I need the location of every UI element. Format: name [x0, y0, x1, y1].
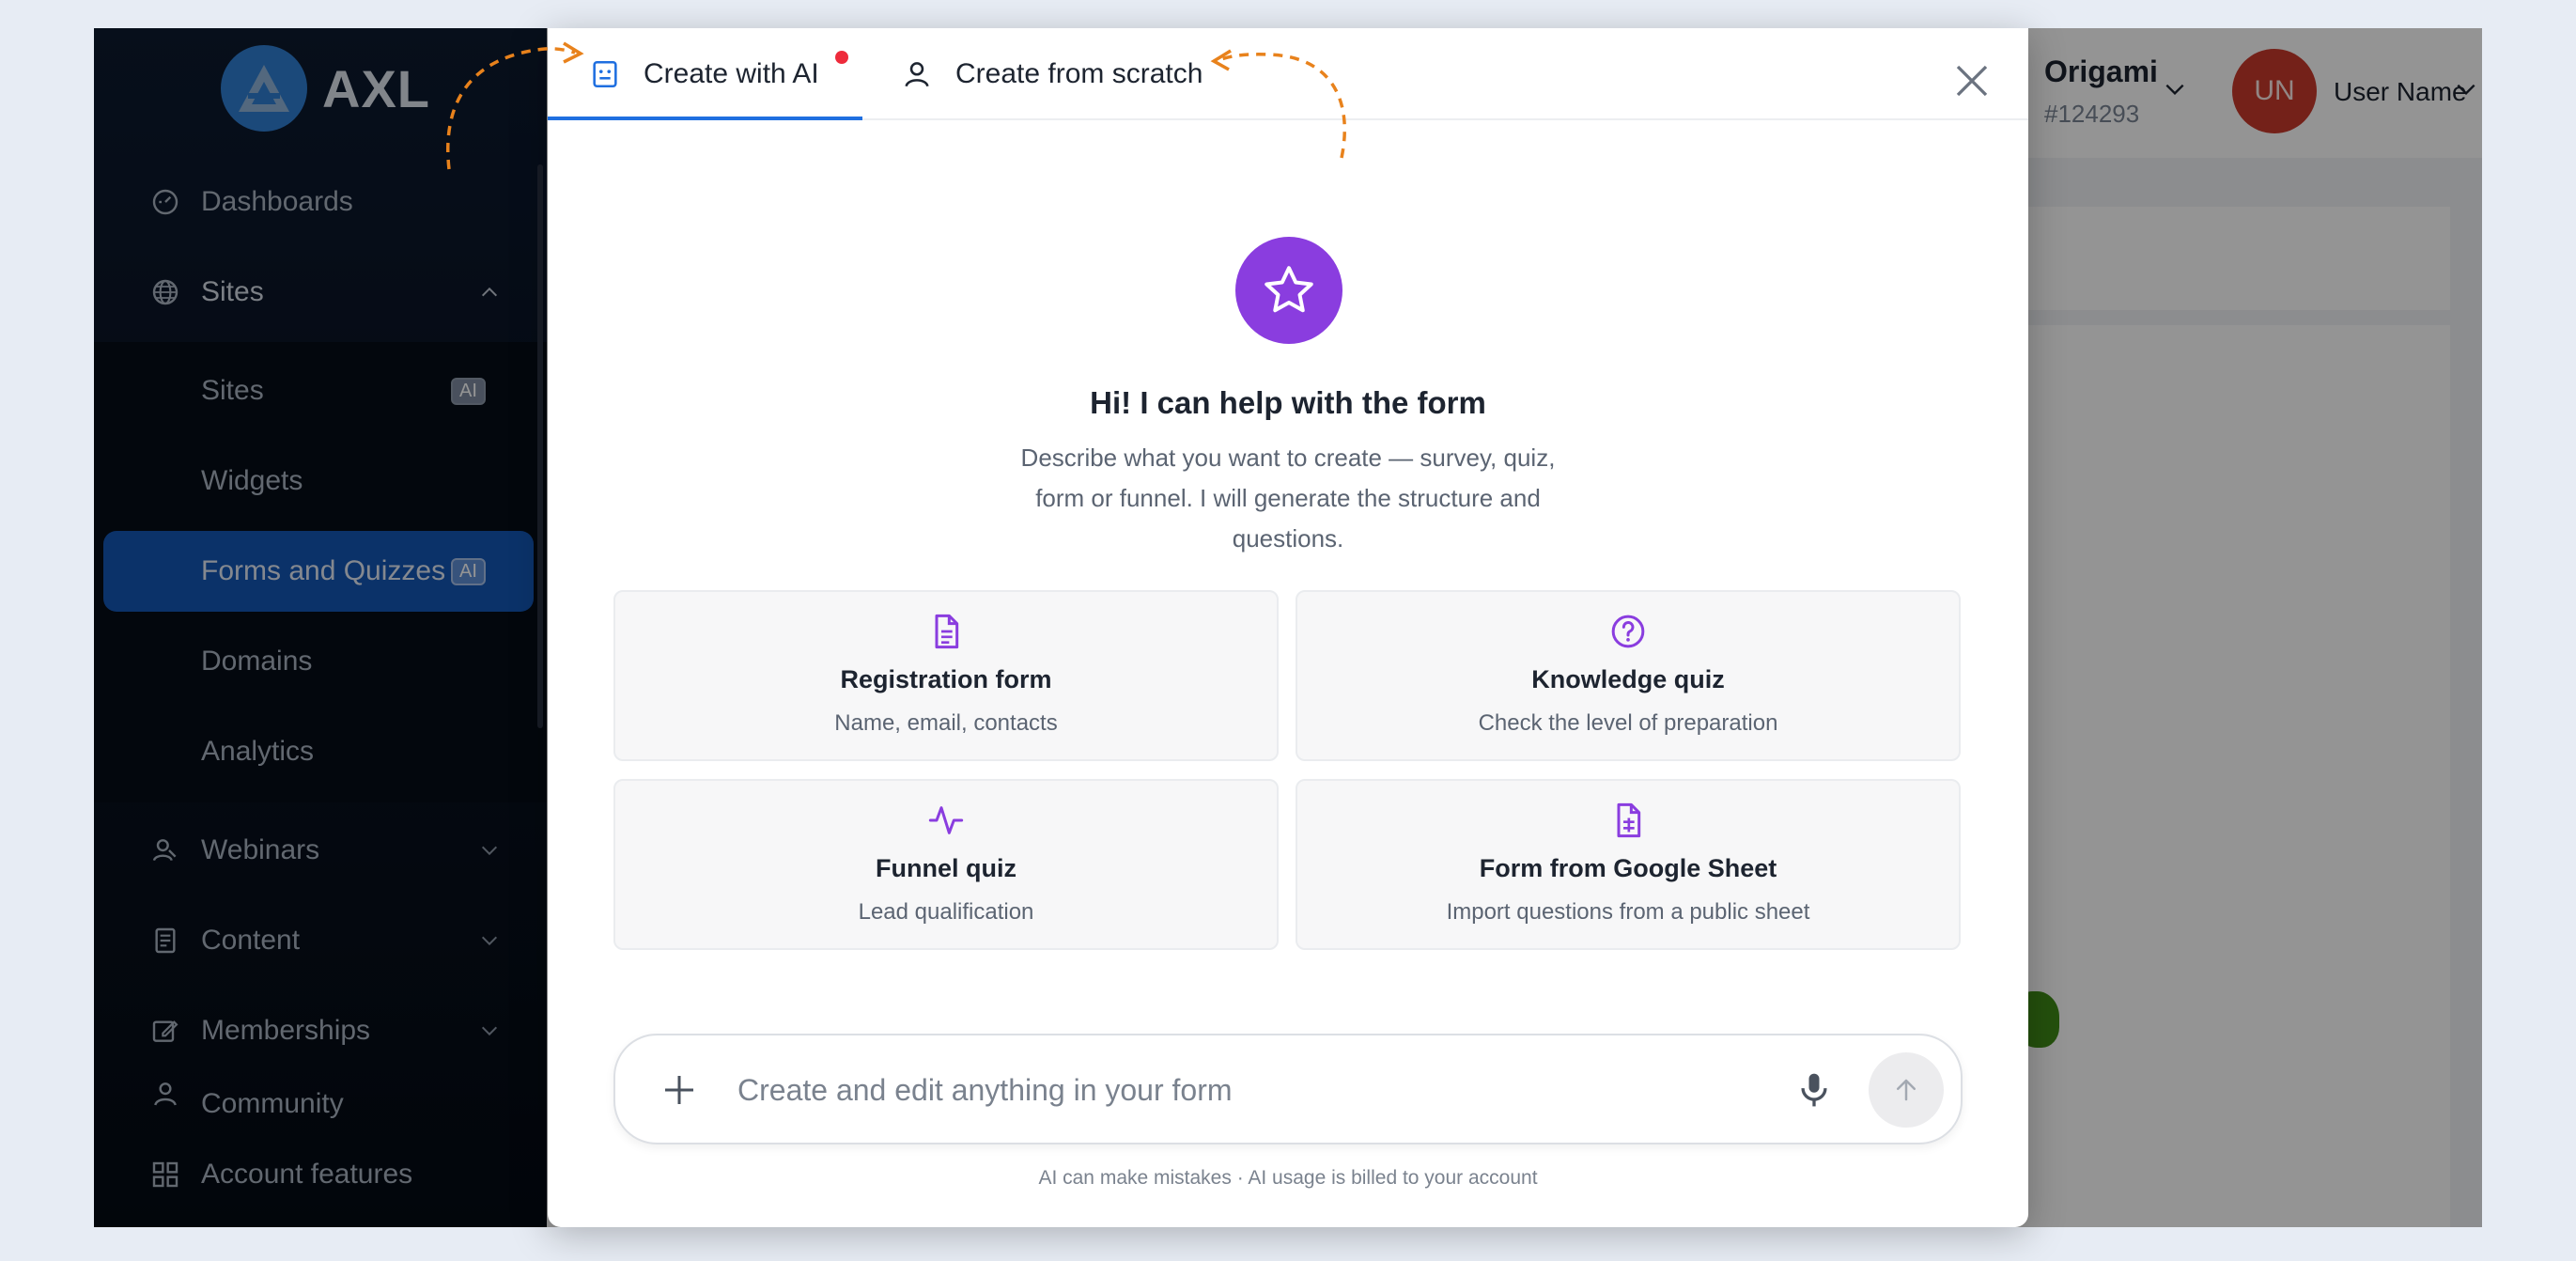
notification-dot: [835, 51, 848, 64]
suggestion-description: Import questions from a public sheet: [1446, 899, 1810, 925]
suggestion-description: Check the level of preparation: [1478, 710, 1778, 736]
ai-disclaimer: AI can make mistakes · AI usage is bille…: [1038, 1167, 1538, 1189]
tab-create-with-ai[interactable]: Create with AI: [589, 28, 819, 120]
active-tab-indicator: [548, 117, 862, 120]
suggestion-form-from-google-sheet[interactable]: Form from Google Sheet Import questions …: [1296, 779, 1961, 950]
tab-label: Create with AI: [644, 58, 819, 89]
modal-tabs: Create with AI Create from scratch: [548, 28, 2028, 120]
suggestion-knowledge-quiz[interactable]: Knowledge quiz Check the level of prepar…: [1296, 590, 1961, 761]
suggestion-title: Funnel quiz: [876, 854, 1016, 882]
suggestion-title: Form from Google Sheet: [1479, 854, 1777, 882]
robot-icon: [593, 60, 617, 88]
activity-pulse-icon: [928, 806, 964, 834]
hero-description: Describe what you want to create — surve…: [1020, 444, 1556, 553]
close-icon[interactable]: [1953, 62, 1991, 100]
sheet-document-icon: [1617, 802, 1641, 838]
plus-icon[interactable]: [660, 1071, 698, 1109]
tab-create-from-scratch[interactable]: Create from scratch: [901, 28, 1203, 120]
suggestion-description: Name, email, contacts: [834, 710, 1058, 736]
star-icon: [1235, 237, 1342, 344]
send-button[interactable]: [1869, 1052, 1944, 1128]
person-icon: [905, 62, 929, 87]
microphone-icon[interactable]: [1793, 1069, 1835, 1111]
question-circle-icon: [1611, 615, 1645, 648]
suggestion-title: Registration form: [840, 665, 1052, 693]
document-icon: [935, 614, 959, 649]
prompt-input[interactable]: [737, 1064, 1771, 1116]
prompt-composer: [613, 1034, 1963, 1144]
arrow-up-icon: [1897, 1079, 1916, 1101]
suggestion-description: Lead qualification: [858, 899, 1034, 925]
hero-title: Hi! I can help with the form: [1090, 385, 1486, 420]
suggestion-registration-form[interactable]: Registration form Name, email, contacts: [613, 590, 1279, 761]
tab-label: Create from scratch: [955, 58, 1203, 89]
suggestion-funnel-quiz[interactable]: Funnel quiz Lead qualification: [613, 779, 1279, 950]
create-form-modal: Create with AI Create from scratch Hi! I…: [548, 28, 2028, 1227]
suggestion-title: Knowledge quiz: [1531, 665, 1725, 693]
